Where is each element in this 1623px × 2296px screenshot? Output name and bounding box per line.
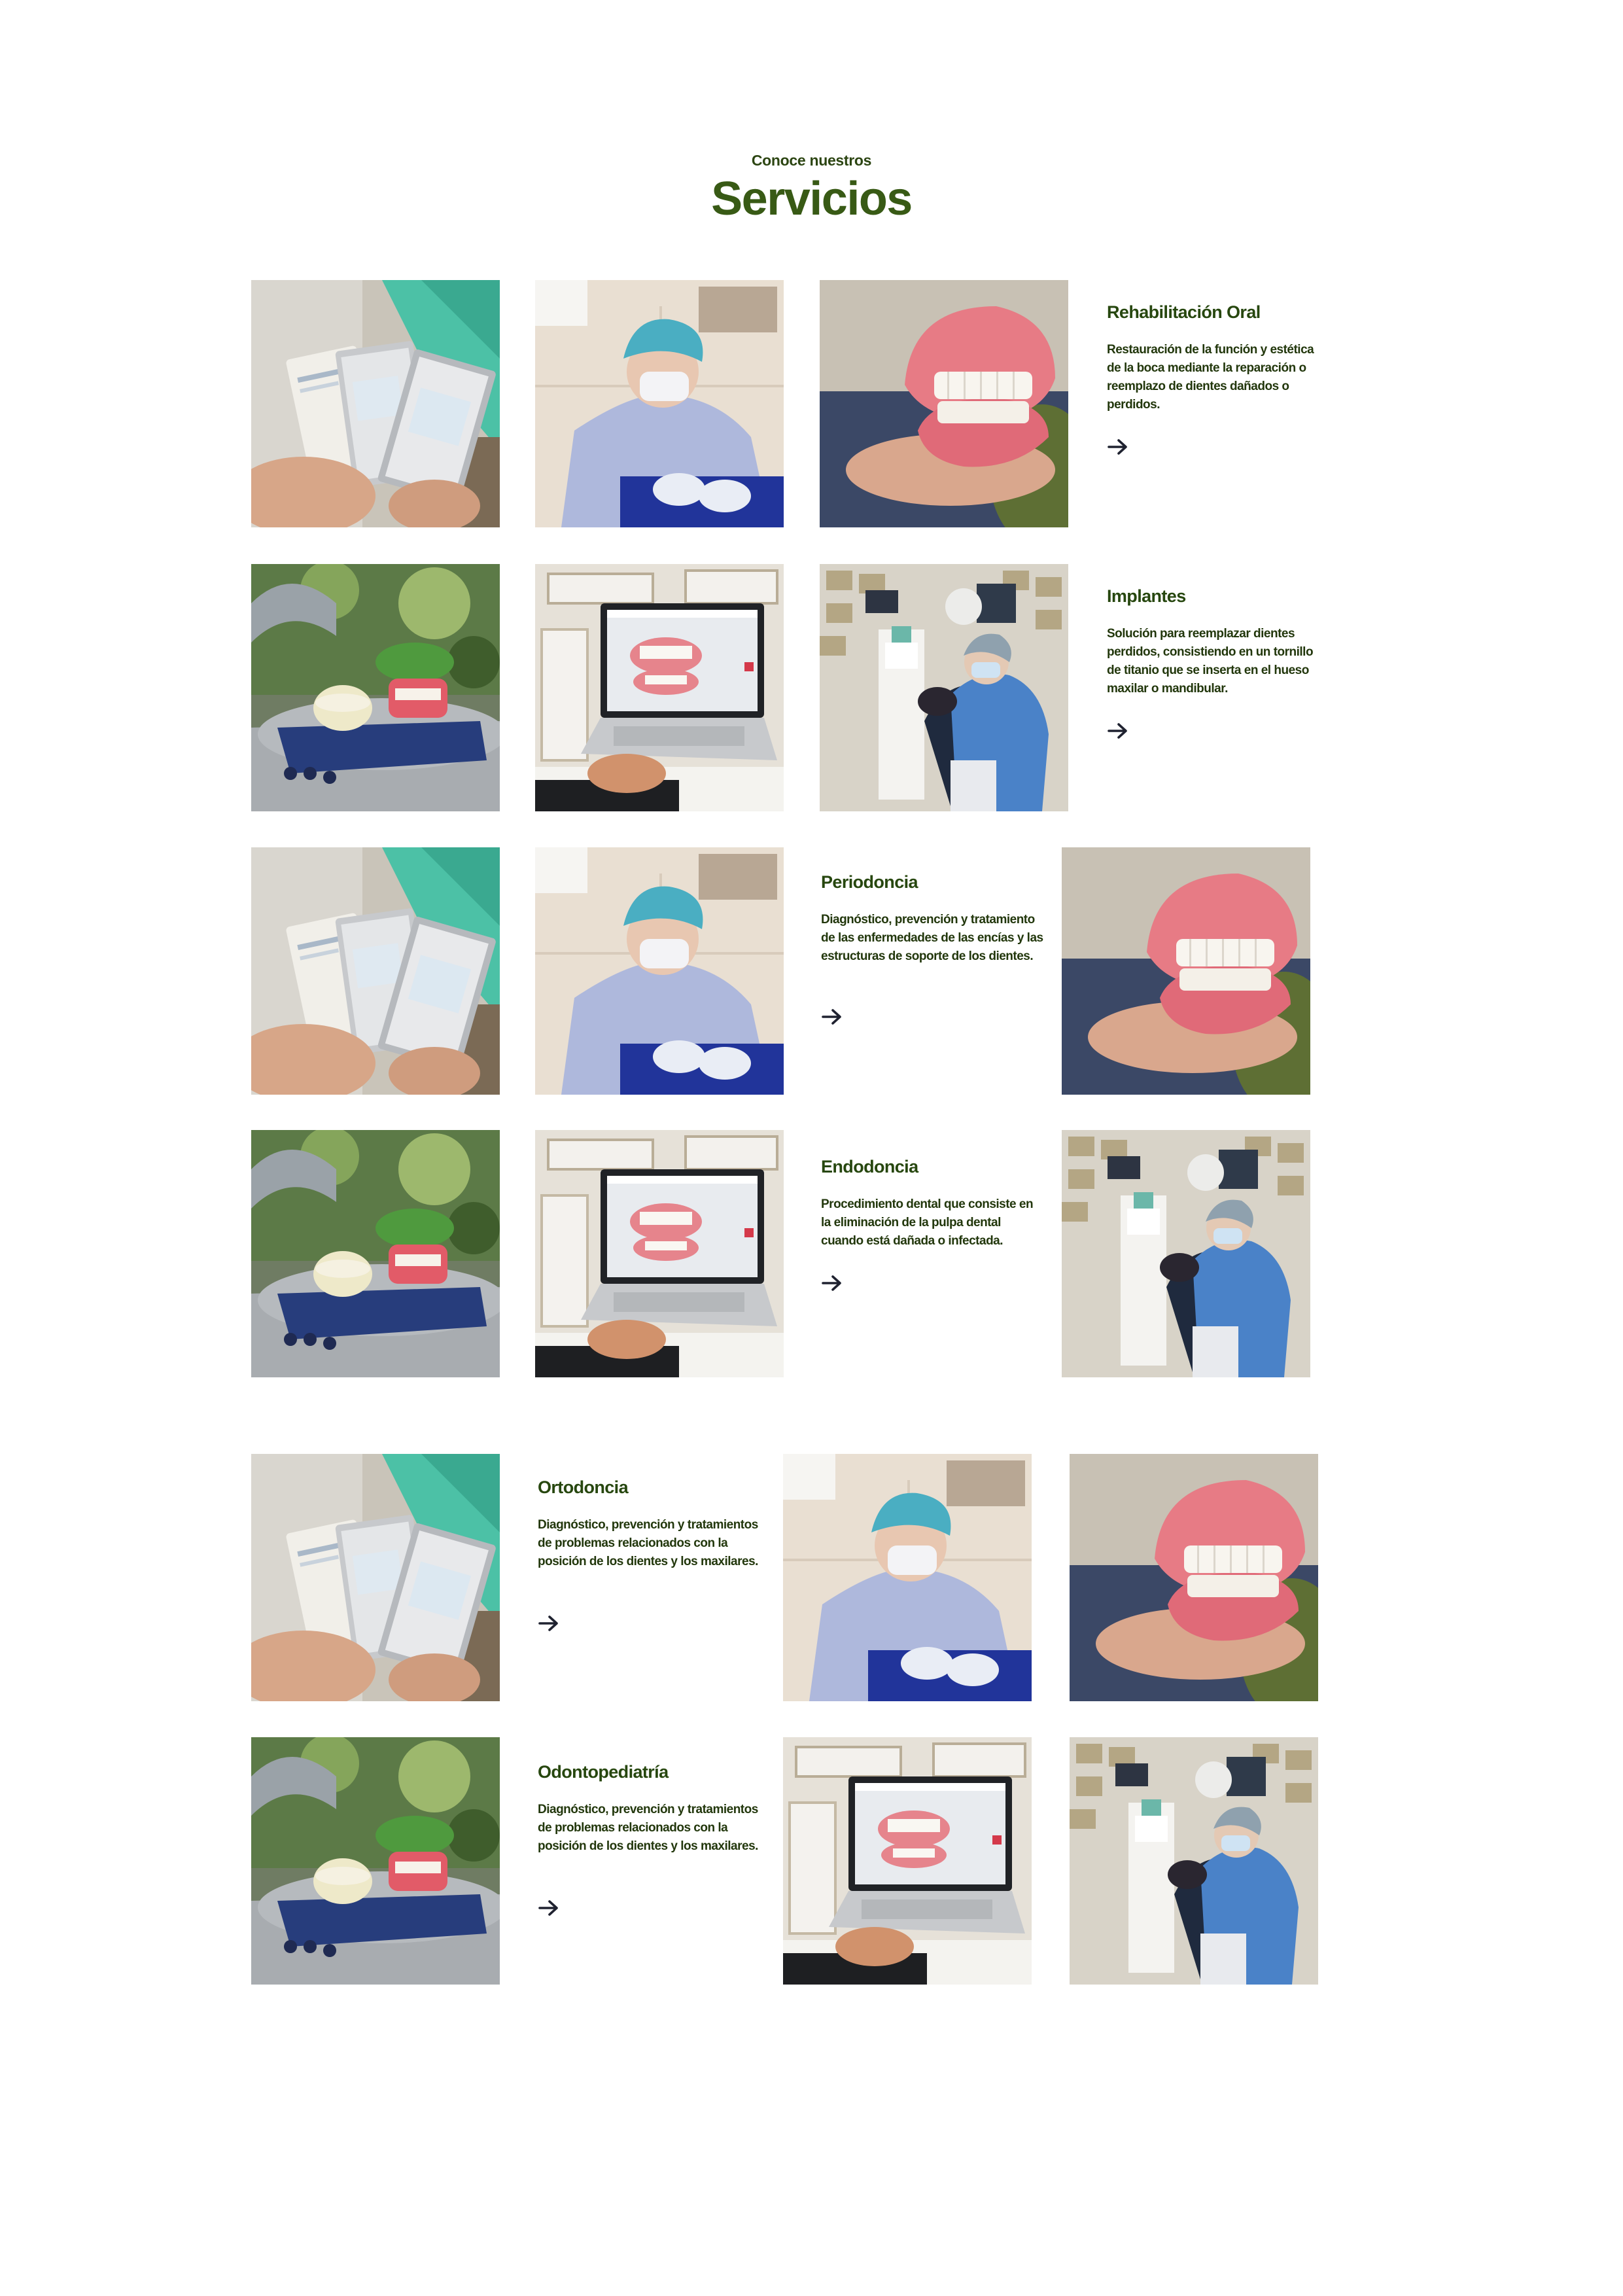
service-card-implantes: Implantes Solución para reemplazar dient… [1107,586,1329,698]
teeth-model-photo [1070,1454,1318,1701]
service-title: Odontopediatría [538,1762,669,1782]
dentist-at-work-photo [783,1454,1032,1701]
teeth-model-photo [820,280,1068,527]
service-card-periodoncia: Periodoncia Diagnóstico, prevención y tr… [821,872,1043,966]
arrow-right-icon[interactable] [821,1275,843,1292]
dentist-with-patient-photo [1070,1737,1318,1985]
service-title: Ortodoncia [538,1477,629,1497]
service-card-endodoncia: Endodoncia Procedimiento dental que cons… [821,1157,1043,1250]
service-description: Solución para reemplazar dientes perdido… [1107,627,1314,696]
arrow-right-icon[interactable] [1107,722,1129,739]
dental-models-on-chair-photo [251,1737,500,1985]
section-title: Servicios [711,173,913,225]
service-description: Diagnóstico, prevención y tratamientos d… [538,1803,758,1853]
dental-models-on-chair-photo [251,1130,500,1377]
service-title: Periodoncia [821,872,918,892]
service-description: Restauración de la función y estética de… [1107,343,1314,412]
laptop-3d-scan-photo [535,1130,784,1377]
dentist-with-patient-photo [1062,1130,1310,1377]
service-description: Diagnóstico, prevención y tratamientos d… [538,1518,758,1568]
service-card-ortodoncia: Ortodoncia Diagnóstico, prevención y tra… [538,1477,760,1571]
laptop-3d-scan-photo [535,564,784,811]
service-title: Rehabilitación Oral [1107,302,1261,322]
service-description: Procedimiento dental que consiste en la … [821,1197,1034,1248]
service-title: Implantes [1107,586,1186,606]
aligner-packs-photo [251,1454,500,1701]
aligner-packs-photo [251,280,500,527]
laptop-3d-scan-photo [783,1737,1032,1985]
arrow-right-icon[interactable] [538,1615,560,1632]
dentist-at-work-photo [535,280,784,527]
dentist-with-patient-photo [820,564,1068,811]
dental-models-on-chair-photo [251,564,500,811]
teeth-model-photo [1062,847,1310,1095]
aligner-packs-photo [251,847,500,1095]
service-card-rehabilitacion-oral: Rehabilitación Oral Restauración de la f… [1107,302,1329,414]
dentist-at-work-photo [535,847,784,1095]
arrow-right-icon[interactable] [538,1899,560,1916]
arrow-right-icon[interactable] [821,1008,843,1025]
service-description: Diagnóstico, prevención y tratamiento de… [821,913,1043,963]
service-card-odontopediatria: Odontopediatría Diagnóstico, prevención … [538,1762,760,1856]
service-title: Endodoncia [821,1157,918,1176]
section-eyebrow: Conoce nuestros [751,152,872,169]
arrow-right-icon[interactable] [1107,438,1129,455]
